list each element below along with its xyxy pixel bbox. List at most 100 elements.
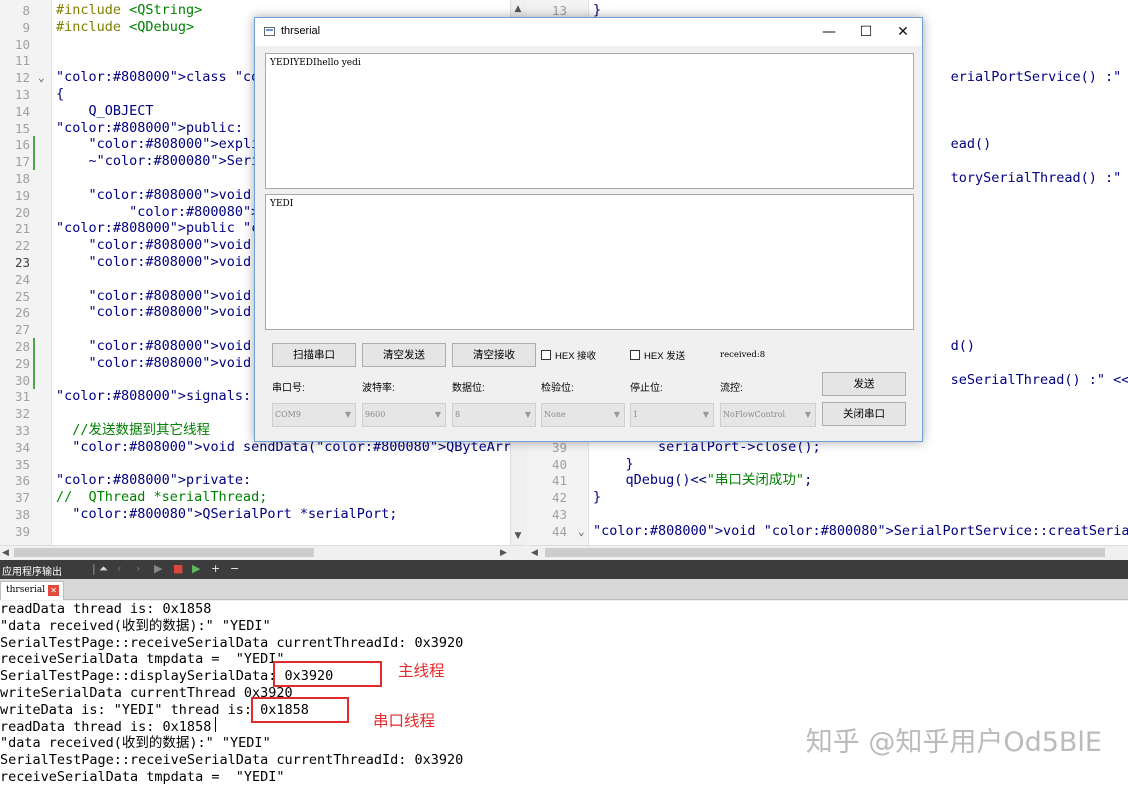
baud-select[interactable]: 9600 ▼: [362, 403, 446, 427]
application-output[interactable]: readData thread is: 0x1858 "data received…: [0, 601, 1128, 789]
horizontal-scrollbar[interactable]: ◀: [527, 545, 1128, 559]
code-text: Q_OBJECT: [56, 102, 154, 119]
line-number: 18: [14, 171, 30, 186]
output-pane-title: 应用程序输出: [2, 567, 62, 578]
line-number: 14: [14, 103, 30, 119]
line-number: 32: [14, 406, 30, 422]
horizontal-scrollbar[interactable]: ◀ ▶: [0, 545, 524, 559]
send-button[interactable]: 发送: [822, 372, 906, 396]
minus-icon[interactable]: −: [230, 562, 239, 576]
previous-icon[interactable]: ‹: [117, 562, 121, 576]
chevron-down-icon[interactable]: ▼: [345, 404, 351, 426]
close-icon[interactable]: ✕: [884, 18, 922, 46]
filter-icon[interactable]: ⏶: [99, 562, 108, 576]
code-text: }: [593, 489, 602, 506]
close-port-button[interactable]: 关闭串口: [822, 402, 906, 426]
output-line: "data received(收到的数据):" "YEDI": [0, 735, 271, 752]
chevron-down-icon[interactable]: ▼: [805, 404, 811, 426]
line-number: 16: [14, 137, 30, 153]
line-number: 29: [14, 355, 30, 371]
next-icon[interactable]: ›: [136, 562, 140, 576]
line-number: 12: [14, 70, 30, 86]
scroll-right-icon[interactable]: ▶: [500, 546, 507, 560]
output-line: "data received(收到的数据):" "YEDI": [0, 617, 271, 634]
line-number: 36: [14, 473, 30, 489]
chevron-down-icon[interactable]: ▼: [614, 404, 620, 426]
code-line: 43: [527, 506, 1128, 523]
line-number: 34: [14, 439, 30, 455]
hex-send-checkbox[interactable]: HEX 发送: [630, 348, 685, 362]
clear-receive-button[interactable]: 清空接收: [452, 343, 536, 367]
scan-port-button[interactable]: 扫描串口: [272, 343, 356, 367]
annotation-main-thread: 主线程: [398, 662, 445, 680]
chevron-down-icon[interactable]: ⌄: [38, 69, 45, 86]
scroll-left-icon[interactable]: ◀: [531, 546, 538, 560]
checkbox-icon[interactable]: [630, 350, 640, 360]
scroll-thumb[interactable]: [14, 548, 314, 557]
line-number: 10: [14, 36, 30, 52]
scroll-up-icon[interactable]: ▲: [511, 2, 524, 16]
minimize-icon[interactable]: —: [810, 18, 848, 46]
plus-icon[interactable]: +: [211, 562, 220, 576]
flow-label: 流控:: [720, 383, 743, 394]
line-number: 30: [14, 372, 30, 388]
line-number: 20: [14, 204, 30, 220]
app-icon: [264, 27, 275, 36]
port-select[interactable]: COM9 ▼: [272, 403, 356, 427]
scroll-down-icon[interactable]: ▼: [511, 529, 524, 543]
code-line: 38 "color:#800080">QSerialPort *serialPo…: [0, 506, 524, 523]
change-marker: [33, 354, 35, 372]
hex-send-label: HEX 发送: [644, 351, 686, 362]
chevron-down-icon[interactable]: ⌄: [578, 523, 585, 540]
debug-run-icon[interactable]: ▶: [192, 562, 200, 576]
output-line: readData thread is: 0x1858: [0, 718, 212, 735]
separator: |: [92, 562, 96, 575]
databits-select[interactable]: 8 ▼: [452, 403, 536, 427]
stopbits-select[interactable]: 1 ▼: [630, 403, 714, 427]
maximize-icon[interactable]: ☐: [847, 18, 885, 46]
window-titlebar[interactable]: thrserial — ☐ ✕: [255, 18, 922, 46]
code-line: 42}: [527, 489, 1128, 506]
chevron-down-icon[interactable]: ▼: [435, 404, 441, 426]
line-number: 38: [14, 507, 30, 522]
baud-label: 波特率:: [362, 383, 395, 394]
code-text: "color:#808000">public:: [56, 119, 243, 136]
parity-select[interactable]: None ▼: [541, 403, 625, 427]
chevron-down-icon[interactable]: ▼: [703, 404, 709, 426]
change-marker: [33, 371, 35, 389]
line-number: 8: [22, 3, 30, 18]
code-text: }: [593, 455, 634, 472]
parity-value: None: [544, 410, 566, 419]
hex-receive-label: HEX 接收: [555, 351, 597, 362]
close-icon[interactable]: ✕: [48, 585, 60, 596]
clear-send-button[interactable]: 清空发送: [362, 343, 446, 367]
output-toolbar: 应用程序输出 | ⏶ ‹ › ▶ ■ ▶ + −: [0, 560, 1128, 579]
line-number: 11: [14, 53, 30, 69]
line-number: 41: [551, 473, 567, 489]
line-number: 28: [14, 339, 30, 354]
hex-receive-checkbox[interactable]: HEX 接收: [541, 348, 596, 362]
send-textarea[interactable]: YEDI: [265, 194, 914, 330]
change-marker: [33, 338, 35, 355]
scroll-thumb[interactable]: [545, 548, 1105, 557]
code-text: "color:#800080">QSerialPort *serialPort;: [72, 506, 398, 522]
line-number: 37: [14, 490, 30, 506]
line-number: 9: [22, 19, 30, 35]
output-tabbar: thrserial ✕: [0, 579, 1128, 600]
output-line: writeSerialData currentThread 0x3920: [0, 685, 293, 701]
flow-select[interactable]: NoFlowControl ▼: [720, 403, 816, 427]
watermark: 知乎 @知乎用户Od5BlE: [805, 727, 1102, 758]
line-number: 21: [14, 221, 30, 237]
code-text: "color:#808000">private:: [56, 472, 252, 489]
line-number: 27: [14, 322, 30, 338]
chevron-down-icon[interactable]: ▼: [525, 404, 531, 426]
code-line: 37 // QThread *serialThread;: [0, 489, 524, 506]
tab-thrserial[interactable]: thrserial ✕: [0, 581, 65, 600]
highlight-box-main-thread: [273, 661, 382, 687]
stop-icon[interactable]: ■: [173, 562, 183, 576]
line-number: 23: [14, 255, 30, 270]
checkbox-icon[interactable]: [541, 350, 551, 360]
receive-textarea[interactable]: YEDIYEDIhello yedi: [265, 53, 914, 189]
scroll-left-icon[interactable]: ◀: [2, 546, 9, 560]
run-icon[interactable]: ▶: [154, 562, 162, 576]
